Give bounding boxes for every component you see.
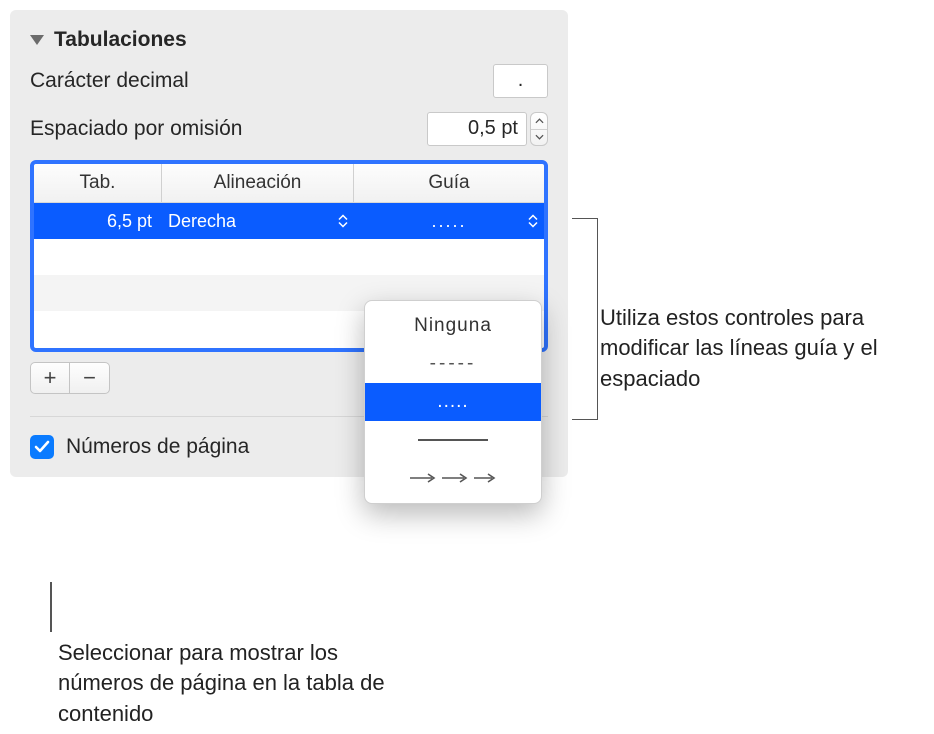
page-numbers-checkbox[interactable] — [30, 435, 54, 459]
decimal-input[interactable]: . — [493, 64, 548, 98]
callout-lead-right — [572, 218, 598, 420]
col-guide[interactable]: Guía — [354, 164, 544, 202]
spacing-stepper[interactable] — [530, 112, 548, 146]
section-title: Tabulaciones — [54, 28, 187, 52]
col-align[interactable]: Alineación — [162, 164, 354, 202]
spacing-input[interactable]: 0,5 pt — [427, 112, 527, 146]
table-row[interactable] — [34, 239, 544, 275]
guide-leader-popup[interactable]: Ninguna ----- ..... — [364, 300, 542, 504]
cell-align[interactable]: Derecha — [162, 211, 354, 232]
leader-option-dashes[interactable]: ----- — [365, 345, 541, 383]
decimal-row: Carácter decimal . — [30, 64, 548, 98]
cell-guide[interactable]: ..... — [354, 211, 544, 232]
callout-lead-bottom — [50, 582, 52, 632]
stepper-up-icon[interactable] — [531, 113, 547, 130]
leader-option-arrows[interactable] — [365, 459, 541, 497]
section-header[interactable]: Tabulaciones — [30, 28, 548, 52]
stepper-down-icon[interactable] — [531, 130, 547, 146]
spacing-label: Espaciado por omisión — [30, 117, 242, 141]
leader-option-none[interactable]: Ninguna — [365, 307, 541, 345]
leader-option-solid[interactable] — [365, 421, 541, 459]
col-tab[interactable]: Tab. — [34, 164, 162, 202]
callout-right: Utiliza estos controles para modificar l… — [600, 303, 920, 394]
arrows-icon — [408, 471, 498, 485]
popup-arrows-icon — [338, 215, 348, 228]
solid-line-icon — [418, 439, 488, 441]
table-row[interactable]: 6,5 pt Derecha ..... — [34, 203, 544, 239]
add-button[interactable]: + — [30, 362, 70, 394]
popup-arrows-icon — [528, 215, 538, 228]
callout-bottom: Seleccionar para mostrar los números de … — [58, 638, 388, 729]
leader-option-dots[interactable]: ..... — [365, 383, 541, 421]
decimal-label: Carácter decimal — [30, 69, 189, 93]
spacing-row: Espaciado por omisión 0,5 pt — [30, 112, 548, 146]
disclosure-triangle-icon[interactable] — [30, 35, 44, 45]
check-icon — [34, 440, 50, 454]
table-header: Tab. Alineación Guía — [34, 164, 544, 203]
remove-button[interactable]: − — [70, 362, 110, 394]
cell-align-value: Derecha — [168, 211, 236, 232]
page-numbers-label: Números de página — [66, 435, 249, 459]
cell-tab[interactable]: 6,5 pt — [34, 211, 162, 232]
cell-guide-value: ..... — [431, 211, 466, 231]
